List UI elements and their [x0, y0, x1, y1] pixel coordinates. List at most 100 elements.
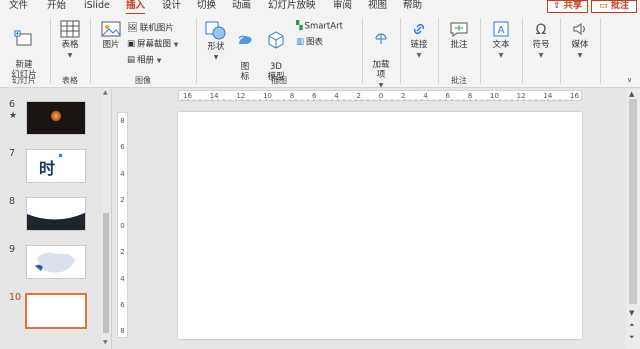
- chart-icon: ▥: [296, 37, 305, 47]
- svg-text:Ω: Ω: [536, 22, 547, 38]
- group-label-illustrations: 插图: [271, 76, 287, 85]
- group-text: A 文本 ▼: [482, 16, 520, 86]
- omega-icon: Ω: [536, 22, 547, 38]
- textbox-icon: A: [493, 21, 509, 37]
- smartart-icon: ▚: [296, 21, 303, 31]
- tab-design[interactable]: 设计: [162, 0, 181, 14]
- tab-home[interactable]: 开始: [47, 0, 66, 14]
- slide-9-map: [35, 252, 75, 273]
- media-button[interactable]: 媒体 ▼: [564, 20, 596, 61]
- menu-bar: 文件 开始 iSlide 插入 设计 切换 动画 幻灯片放映 审阅 视图 帮助 …: [0, 0, 640, 15]
- 3d-models-button[interactable]: 3D 模型: [262, 20, 290, 82]
- symbols-button[interactable]: Ω 符号 ▼: [526, 20, 556, 61]
- animation-star-icon: ★: [9, 111, 18, 121]
- scrollbar-thumb[interactable]: [103, 213, 109, 333]
- slide-thumbnail-9[interactable]: [26, 245, 86, 279]
- tab-insert[interactable]: 插入: [126, 0, 146, 15]
- slide-number: 6: [9, 99, 16, 110]
- editor-scrollbar[interactable]: ▲ ▼ ⏶ ⏷: [626, 89, 640, 349]
- tab-transitions[interactable]: 切换: [197, 0, 216, 14]
- scroll-up-icon[interactable]: ▲: [629, 90, 634, 98]
- group-label-comments: 批注: [451, 76, 467, 85]
- tab-animations[interactable]: 动画: [232, 0, 251, 14]
- chevron-down-icon: ▼: [538, 52, 544, 59]
- chevron-down-icon: ▼: [213, 54, 219, 61]
- divider: [560, 18, 561, 84]
- scroll-down-icon[interactable]: ▼: [629, 309, 634, 317]
- slide-thumbnail-6[interactable]: [26, 101, 86, 135]
- comment-icon: ▭: [599, 1, 608, 11]
- horizontal-ruler[interactable]: 16 14 12 10 8 6 4 2 0 2 4 6 8 10 12 14 1…: [178, 90, 582, 101]
- horizontal-ruler-labels: 16 14 12 10 8 6 4 2 0 2 4 6 8 10 12 14 1…: [183, 92, 579, 100]
- vertical-ruler-label: 0: [120, 222, 125, 230]
- picture-icon: [101, 21, 121, 37]
- chevron-down-icon: ▼: [67, 52, 73, 59]
- tab-islide[interactable]: iSlide: [84, 0, 110, 14]
- cube-icon: [268, 31, 284, 49]
- vertical-ruler-label: 8: [120, 117, 125, 125]
- slide-thumbnail-7[interactable]: 时: [26, 149, 86, 183]
- vertical-ruler[interactable]: 8 6 4 2 0 2 4 6 8: [117, 112, 128, 338]
- divider: [480, 18, 481, 84]
- collapse-ribbon-icon[interactable]: ∨: [627, 76, 632, 84]
- tab-view[interactable]: 视图: [368, 0, 387, 14]
- next-slide-icon[interactable]: ⏷: [629, 333, 635, 342]
- slide-thumbnail-10[interactable]: [25, 293, 87, 329]
- divider: [90, 18, 91, 84]
- addins-button[interactable]: 加载 项 ▼: [366, 20, 396, 91]
- group-addins: 加载 项 ▼: [364, 16, 398, 89]
- tab-slideshow[interactable]: 幻灯片放映: [268, 0, 316, 14]
- previous-slide-icon[interactable]: ⏶: [629, 321, 635, 330]
- photo-album-button[interactable]: ▤ 相册 ▼: [127, 54, 161, 68]
- scrollbar-thumb[interactable]: [629, 99, 637, 304]
- chevron-down-icon: ▼: [156, 57, 162, 65]
- scroll-down-icon[interactable]: ▼: [103, 339, 108, 346]
- chart-button[interactable]: ▥ 图表: [296, 36, 323, 49]
- vertical-ruler-label: 2: [120, 195, 125, 204]
- chevron-down-icon: ▼: [378, 82, 384, 89]
- slide-thumbnail-8[interactable]: [26, 197, 86, 231]
- new-slide-button[interactable]: 新建 幻灯片: [4, 20, 44, 80]
- group-tables: 表格 ▼ 表格: [52, 16, 88, 86]
- share-button[interactable]: ⇪ 共享: [547, 0, 588, 13]
- smartart-button[interactable]: ▚ SmartArt: [296, 20, 343, 33]
- divider: [522, 18, 523, 84]
- comments-button[interactable]: ▭ 批注: [591, 0, 637, 13]
- table-button[interactable]: 表格 ▼: [56, 20, 84, 61]
- speaker-icon: [573, 23, 585, 35]
- slide-7-text: 时: [39, 159, 56, 178]
- tab-review[interactable]: 审阅: [333, 0, 352, 14]
- chevron-down-icon: ▼: [577, 52, 583, 59]
- shapes-button[interactable]: 形状 ▼: [202, 20, 230, 63]
- slide-6-graphic: [51, 110, 61, 122]
- picture-button[interactable]: 图片: [98, 20, 124, 50]
- tab-file[interactable]: 文件: [9, 0, 28, 14]
- group-label-images: 图像: [135, 76, 151, 85]
- slide-number: 8: [9, 196, 16, 207]
- svg-text:A: A: [498, 25, 505, 36]
- slide-7-dot: [59, 154, 62, 157]
- addins-icon: [375, 33, 387, 44]
- group-media: 媒体 ▼: [562, 16, 598, 86]
- vertical-ruler-label: 4: [120, 274, 125, 283]
- group-slides: 新建 幻灯片 幻灯片: [2, 16, 46, 86]
- new-comment-button[interactable]: 批注: [444, 20, 474, 50]
- icons-button[interactable]: 图 标: [234, 20, 256, 82]
- online-pictures-button[interactable]: 🖼 联机图片: [127, 22, 174, 35]
- text-button[interactable]: A 文本 ▼: [486, 20, 516, 61]
- group-illustrations: 形状 ▼ 图 标 3D 模型 ▚ SmartArt ▥ 图表 插图: [200, 16, 358, 86]
- slide-number: 7: [9, 148, 16, 159]
- divider: [438, 18, 439, 84]
- slide-canvas[interactable]: [178, 112, 582, 339]
- vertical-ruler-label: 6: [120, 143, 125, 152]
- album-icon: ▤: [127, 55, 136, 65]
- chevron-down-icon: ▼: [416, 52, 422, 59]
- thumbnails-scrollbar[interactable]: ▲ ▼: [102, 89, 110, 346]
- link-button[interactable]: 链接 ▼: [404, 20, 434, 61]
- slide-number: 10: [9, 292, 22, 303]
- scroll-up-icon[interactable]: ▲: [103, 89, 108, 96]
- tab-help[interactable]: 帮助: [403, 0, 422, 14]
- vertical-ruler-label: 4: [120, 169, 125, 178]
- screenshot-button[interactable]: ▣ 屏幕截图 ▼: [127, 38, 178, 52]
- group-links: 链接 ▼: [402, 16, 436, 86]
